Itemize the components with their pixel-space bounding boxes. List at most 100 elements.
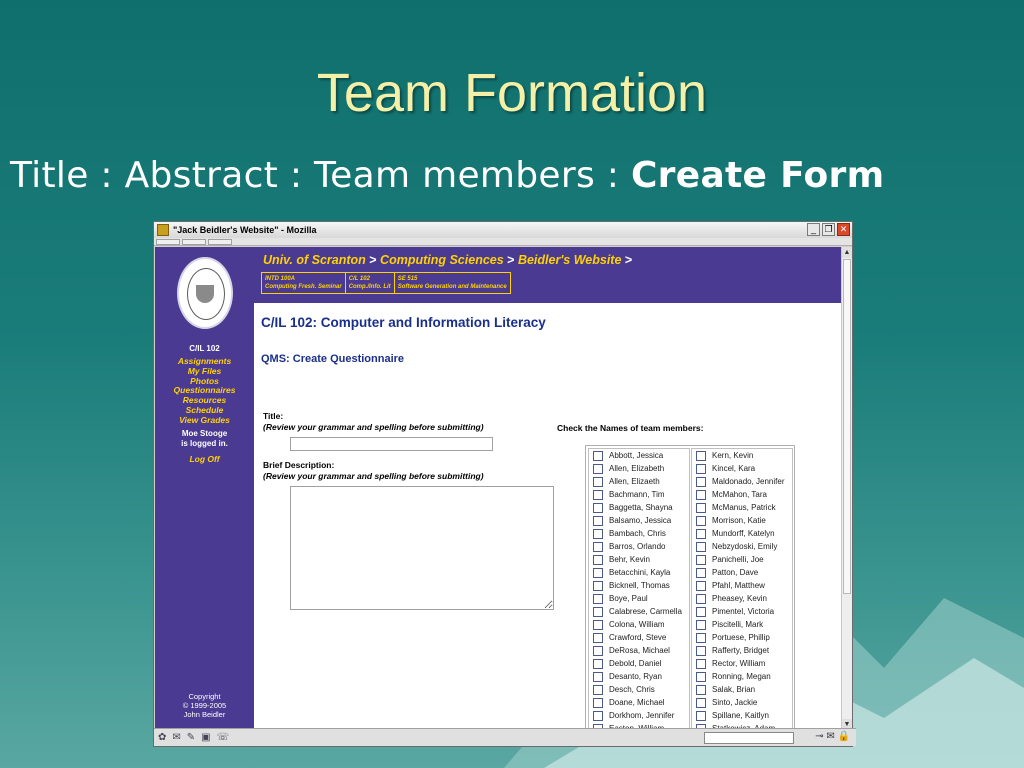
team-member-checkbox[interactable]: [593, 606, 603, 617]
team-member-row[interactable]: Baggetta, Shayna: [589, 501, 689, 514]
team-member-row[interactable]: Kern, Kevin: [692, 449, 792, 462]
team-member-row[interactable]: Abbott, Jessica: [589, 449, 689, 462]
team-member-checkbox[interactable]: [593, 645, 603, 656]
team-member-row[interactable]: Pimentel, Victoria: [692, 605, 792, 618]
team-member-checkbox[interactable]: [696, 580, 706, 591]
team-member-row[interactable]: Sinto, Jackie: [692, 696, 792, 709]
restore-button[interactable]: ❐: [822, 223, 835, 236]
team-member-row[interactable]: Spillane, Kaitlyn: [692, 709, 792, 722]
composer-icon[interactable]: ✎: [187, 732, 195, 743]
toolbar-grip[interactable]: [182, 238, 206, 245]
team-member-checkbox[interactable]: [696, 658, 706, 669]
team-member-row[interactable]: Colona, William: [589, 618, 689, 631]
team-member-row[interactable]: Dorkhom, Jennifer: [589, 709, 689, 722]
team-member-checkbox[interactable]: [696, 684, 706, 695]
breadcrumb-computing-link[interactable]: Computing Sciences: [380, 253, 504, 267]
team-member-row[interactable]: Calabrese, Carmella: [589, 605, 689, 618]
mail-icon[interactable]: ✉: [172, 732, 180, 743]
team-member-row[interactable]: Barros, Orlando: [589, 540, 689, 553]
breadcrumb-beidler-link[interactable]: Beidler's Website: [518, 253, 621, 267]
team-member-checkbox[interactable]: [696, 619, 706, 630]
team-member-checkbox[interactable]: [696, 593, 706, 604]
team-member-checkbox[interactable]: [593, 567, 603, 578]
team-member-row[interactable]: Panichelli, Joe: [692, 553, 792, 566]
team-member-checkbox[interactable]: [696, 697, 706, 708]
course-tab-se515[interactable]: SE 515 Software Generation and Maintenan…: [395, 273, 510, 293]
team-member-row[interactable]: Behr, Kevin: [589, 553, 689, 566]
team-member-checkbox[interactable]: [696, 606, 706, 617]
team-member-row[interactable]: Doane, Michael: [589, 696, 689, 709]
team-member-checkbox[interactable]: [593, 619, 603, 630]
team-member-row[interactable]: Portuese, Phillip: [692, 631, 792, 644]
toolbar-grip[interactable]: [156, 238, 180, 245]
team-member-checkbox[interactable]: [593, 580, 603, 591]
course-tab-cil102[interactable]: C/L 102 Comp./Info. Lit: [346, 273, 395, 293]
course-tab-intd100a[interactable]: INTD 100A Computing Fresh. Seminar: [262, 273, 346, 293]
team-member-row[interactable]: DeRosa, Michael: [589, 644, 689, 657]
team-member-row[interactable]: McMahon, Tara: [692, 488, 792, 501]
team-member-checkbox[interactable]: [696, 502, 706, 513]
navigator-icon[interactable]: ✿: [158, 732, 166, 743]
team-member-row[interactable]: Piscitelli, Mark: [692, 618, 792, 631]
team-member-checkbox[interactable]: [696, 645, 706, 656]
team-member-row[interactable]: Salak, Brian: [692, 683, 792, 696]
team-member-checkbox[interactable]: [696, 489, 706, 500]
vertical-scrollbar[interactable]: ▲ ▼: [841, 247, 852, 730]
team-member-row[interactable]: Mundorff, Katelyn: [692, 527, 792, 540]
team-member-row[interactable]: Rector, William: [692, 657, 792, 670]
team-member-checkbox[interactable]: [593, 528, 603, 539]
sidebar-link-view-grades[interactable]: View Grades: [155, 415, 254, 426]
team-member-checkbox[interactable]: [593, 476, 603, 487]
description-textarea[interactable]: [290, 486, 554, 610]
team-member-checkbox[interactable]: [593, 710, 603, 721]
team-member-checkbox[interactable]: [593, 463, 603, 474]
team-member-row[interactable]: Allen, Elizabeth: [589, 462, 689, 475]
team-member-checkbox[interactable]: [696, 528, 706, 539]
team-member-checkbox[interactable]: [593, 489, 603, 500]
team-member-row[interactable]: McManus, Patrick: [692, 501, 792, 514]
team-member-checkbox[interactable]: [696, 554, 706, 565]
team-member-checkbox[interactable]: [696, 710, 706, 721]
team-member-checkbox[interactable]: [696, 632, 706, 643]
team-member-row[interactable]: Patton, Dave: [692, 566, 792, 579]
team-member-row[interactable]: Ronning, Megan: [692, 670, 792, 683]
team-member-row[interactable]: Pheasey, Kevin: [692, 592, 792, 605]
team-member-checkbox[interactable]: [593, 671, 603, 682]
toolbar-grip[interactable]: [208, 238, 232, 245]
team-member-row[interactable]: Betacchini, Kayla: [589, 566, 689, 579]
team-member-row[interactable]: Maldonado, Jennifer: [692, 475, 792, 488]
team-member-row[interactable]: Pfahl, Matthew: [692, 579, 792, 592]
address-book-icon[interactable]: ▣: [201, 732, 210, 743]
team-member-row[interactable]: Bicknell, Thomas: [589, 579, 689, 592]
team-member-checkbox[interactable]: [593, 632, 603, 643]
team-member-row[interactable]: Desch, Chris: [589, 683, 689, 696]
log-off-link[interactable]: Log Off: [155, 454, 254, 464]
team-member-checkbox[interactable]: [593, 658, 603, 669]
team-member-checkbox[interactable]: [593, 593, 603, 604]
team-member-row[interactable]: Allen, Elizaeth: [589, 475, 689, 488]
team-member-row[interactable]: Bambach, Chris: [589, 527, 689, 540]
team-member-checkbox[interactable]: [593, 697, 603, 708]
team-member-row[interactable]: Morrison, Katie: [692, 514, 792, 527]
title-input[interactable]: [290, 437, 493, 451]
chat-icon[interactable]: ☏: [217, 732, 230, 743]
scroll-up-arrow-icon[interactable]: ▲: [842, 247, 852, 258]
team-member-checkbox[interactable]: [696, 671, 706, 682]
team-member-checkbox[interactable]: [593, 684, 603, 695]
close-button[interactable]: ✕: [837, 223, 850, 236]
team-member-checkbox[interactable]: [696, 567, 706, 578]
scrollbar-thumb[interactable]: [843, 259, 851, 594]
team-member-checkbox[interactable]: [696, 515, 706, 526]
team-member-row[interactable]: Balsamo, Jessica: [589, 514, 689, 527]
team-member-row[interactable]: Kincel, Kara: [692, 462, 792, 475]
team-member-row[interactable]: Crawford, Steve: [589, 631, 689, 644]
window-titlebar[interactable]: "Jack Beidler's Website" - Mozilla _ ❐ ✕: [154, 222, 852, 238]
team-member-checkbox[interactable]: [593, 554, 603, 565]
team-member-checkbox[interactable]: [593, 515, 603, 526]
minimize-button[interactable]: _: [807, 223, 820, 236]
team-member-row[interactable]: Debold, Daniel: [589, 657, 689, 670]
team-member-checkbox[interactable]: [593, 450, 603, 461]
team-member-checkbox[interactable]: [696, 450, 706, 461]
team-member-row[interactable]: Desanto, Ryan: [589, 670, 689, 683]
team-member-checkbox[interactable]: [696, 541, 706, 552]
